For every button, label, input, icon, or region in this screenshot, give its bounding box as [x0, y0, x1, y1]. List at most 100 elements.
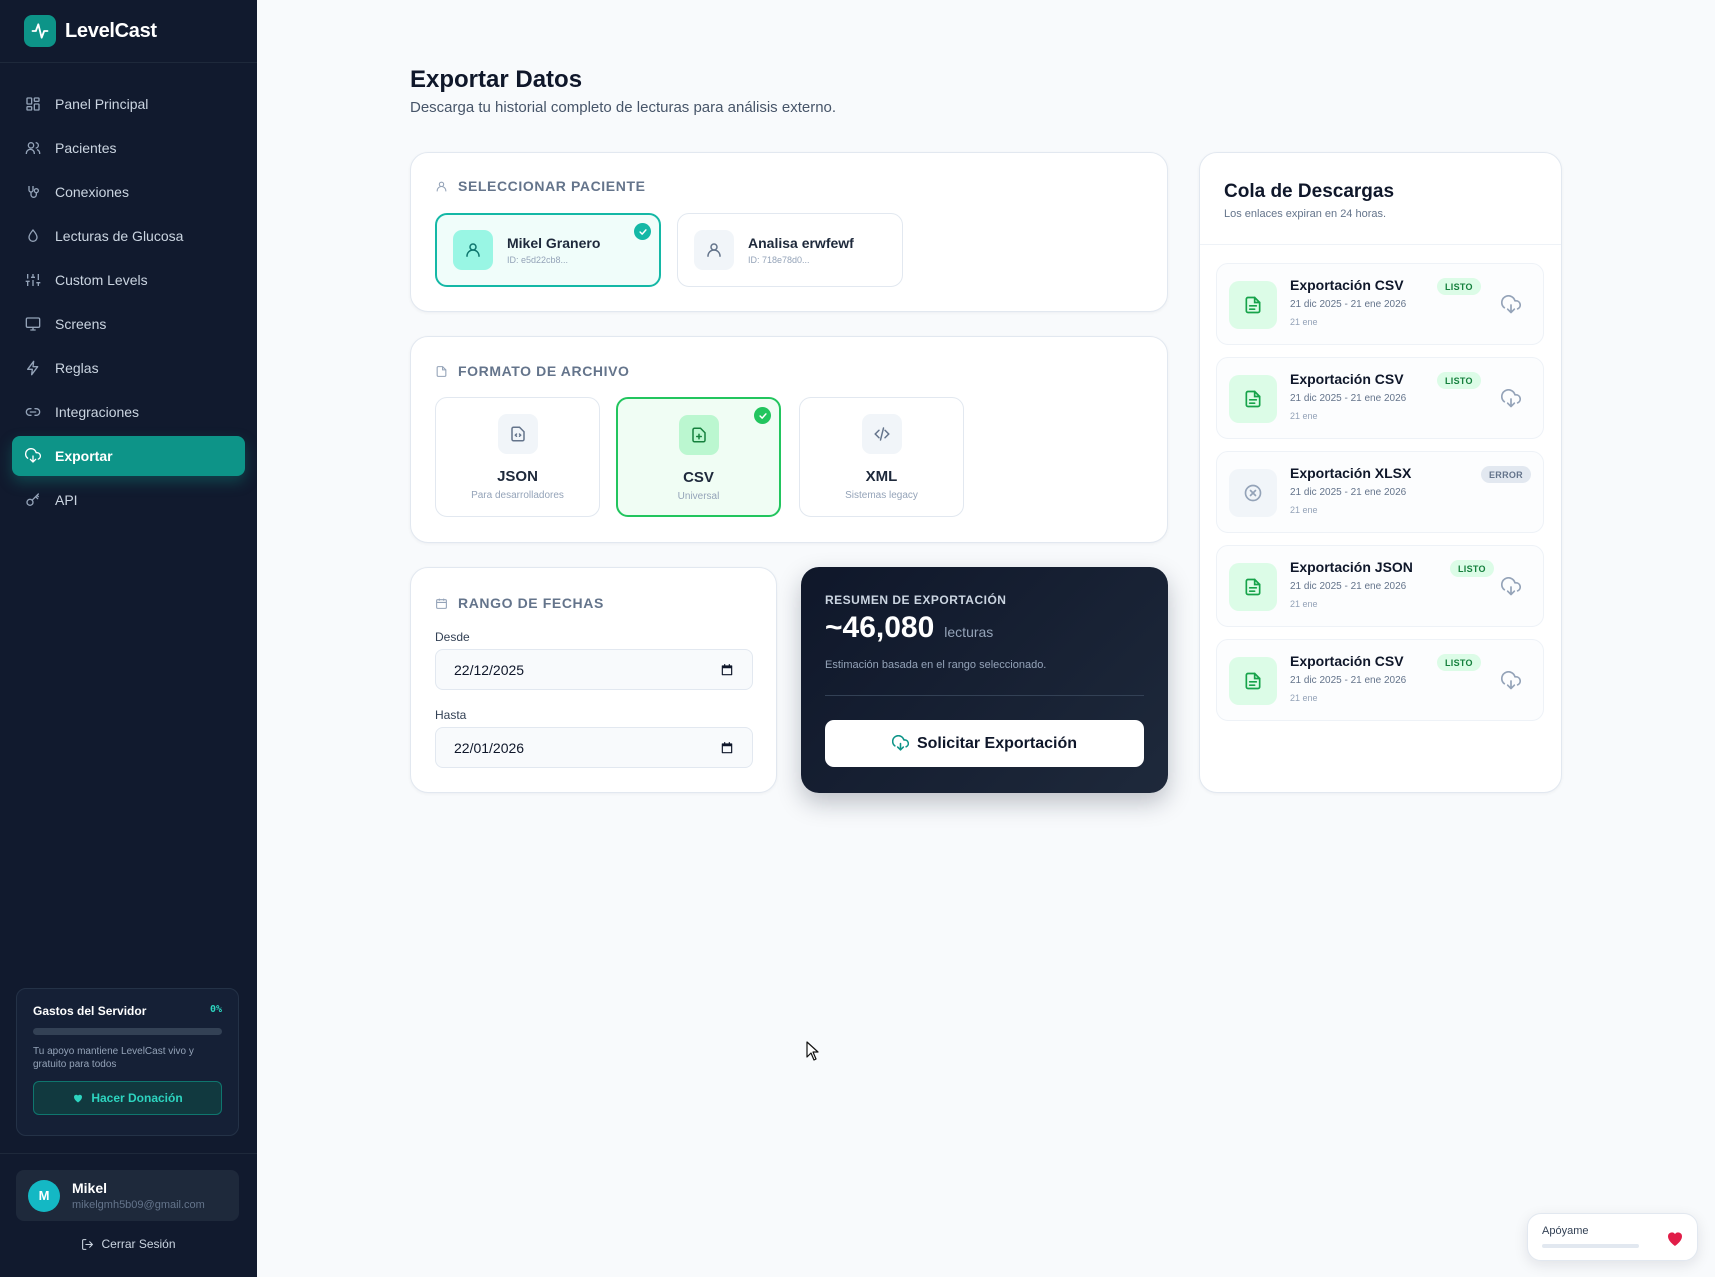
file-text-icon	[1229, 563, 1277, 611]
format-desc: Para desarrolladores	[471, 490, 564, 501]
sidebar-item-custom-levels[interactable]: Custom Levels	[12, 260, 245, 300]
file-text-icon	[1229, 281, 1277, 329]
link-icon	[25, 408, 41, 416]
format-option-csv[interactable]: CSV Universal	[616, 397, 781, 517]
support-progress	[1542, 1244, 1639, 1248]
check-icon	[754, 407, 771, 424]
logout-button[interactable]: Cerrar Sesión	[0, 1237, 257, 1251]
sidebar-item-label: Screens	[55, 316, 107, 332]
calendar-icon[interactable]	[720, 741, 734, 755]
monitor-icon	[25, 317, 41, 331]
user-profile[interactable]: M Mikel mikelgmh5b09@gmail.com	[16, 1170, 239, 1221]
heart-icon[interactable]	[1663, 1226, 1687, 1250]
sidebar-item-integraciones[interactable]: Integraciones	[12, 392, 245, 432]
queue-item-range: 21 dic 2025 - 21 ene 2026	[1290, 487, 1407, 498]
sidebar-item-panel-principal[interactable]: Panel Principal	[12, 84, 245, 124]
sidebar-item-screens[interactable]: Screens	[12, 304, 245, 344]
date-from-input[interactable]: 22/12/2025	[435, 649, 753, 690]
support-widget[interactable]: Apóyame	[1527, 1213, 1698, 1261]
sidebar-item-label: Integraciones	[55, 404, 140, 420]
summary-unit: lecturas	[944, 624, 994, 640]
queue-item: Exportación CSV LISTO 21 dic 2025 - 21 e…	[1216, 263, 1544, 345]
sidebar-divider	[0, 1153, 257, 1154]
sidebar-nav: Panel Principal Pacientes Conexiones Lec…	[0, 84, 257, 520]
user-icon	[436, 181, 447, 191]
server-costs-text: Tu apoyo mantiene LevelCast vivo y gratu…	[33, 1046, 194, 1070]
server-costs-progress	[33, 1028, 222, 1035]
patient-select-card: SELECCIONAR PACIENTE Mikel Granero ID: e…	[410, 152, 1168, 312]
status-badge: LISTO	[1437, 372, 1481, 389]
queue-item-title: Exportación CSV	[1290, 371, 1404, 387]
sidebar-item-label: API	[55, 492, 78, 508]
format-option-json[interactable]: JSON Para desarrolladores	[435, 397, 600, 517]
queue-item: Exportación JSON LISTO 21 dic 2025 - 21 …	[1216, 545, 1544, 627]
server-costs-percent: 0%	[209, 1004, 222, 1015]
queue-item: Exportación CSV LISTO 21 dic 2025 - 21 e…	[1216, 357, 1544, 439]
download-icon[interactable]	[1501, 389, 1521, 409]
sidebar-item-label: Exportar	[55, 448, 113, 464]
server-costs-box: Gastos del Servidor 0% Tu apoyo mantiene…	[16, 988, 239, 1136]
export-summary-card: RESUMEN DE EXPORTACIÓN ~46,080 lecturas …	[801, 567, 1168, 793]
sidebar-item-label: Pacientes	[55, 140, 117, 156]
sidebar-item-label: Panel Principal	[55, 96, 149, 112]
code-icon	[861, 414, 902, 454]
download-icon[interactable]	[1501, 295, 1521, 315]
date-section-label-text: RANGO DE FECHAS	[458, 595, 604, 611]
date-to-input[interactable]: 22/01/2026	[435, 727, 753, 768]
date-to-label: Hasta	[435, 708, 467, 722]
sidebar-item-label: Conexiones	[55, 184, 129, 200]
sidebar-item-api[interactable]: API	[12, 480, 245, 520]
format-name: CSV	[683, 469, 714, 486]
status-badge: LISTO	[1437, 654, 1481, 671]
queue-item-range: 21 dic 2025 - 21 ene 2026	[1290, 393, 1407, 404]
date-to-value: 22/01/2026	[454, 739, 525, 756]
calendar-icon[interactable]	[720, 663, 734, 677]
date-range-card: RANGO DE FECHAS Desde 22/12/2025 Hasta 2…	[410, 567, 777, 793]
format-option-xml[interactable]: XML Sistemas legacy	[799, 397, 964, 517]
cloud-download-icon	[891, 735, 909, 751]
format-section-label: FORMATO DE ARCHIVO	[435, 363, 630, 379]
patient-option-analisa[interactable]: Analisa erwfewf ID: 718e78d0...	[677, 213, 903, 287]
format-name: JSON	[497, 468, 538, 485]
queue-title: Cola de Descargas	[1224, 181, 1395, 202]
file-icon	[436, 365, 447, 377]
queue-item-date: 21 ene	[1290, 411, 1318, 421]
summary-divider	[825, 695, 1144, 696]
patient-section-label: SELECCIONAR PACIENTE	[435, 178, 646, 194]
user-icon	[694, 230, 734, 270]
sidebar-item-lecturas-glucosa[interactable]: Lecturas de Glucosa	[12, 216, 245, 256]
request-export-button[interactable]: Solicitar Exportación	[825, 720, 1144, 767]
queue-item-range: 21 dic 2025 - 21 ene 2026	[1290, 675, 1407, 686]
queue-item-date: 21 ene	[1290, 505, 1318, 515]
calendar-icon	[436, 598, 447, 609]
file-text-icon	[1229, 657, 1277, 705]
connections-icon	[28, 186, 39, 198]
queue-item-range: 21 dic 2025 - 21 ene 2026	[1290, 299, 1407, 310]
brand[interactable]: LevelCast	[0, 0, 257, 63]
request-export-label: Solicitar Exportación	[916, 734, 1078, 752]
queue-divider	[1200, 244, 1561, 245]
file-text-icon	[1229, 375, 1277, 423]
download-icon[interactable]	[1501, 671, 1521, 691]
donate-button[interactable]: Hacer Donación	[33, 1081, 222, 1115]
summary-note: Estimación basada en el rango selecciona…	[825, 659, 1047, 671]
server-costs-title: Gastos del Servidor	[33, 1004, 147, 1018]
queue-subtitle: Los enlaces expiran en 24 horas.	[1224, 208, 1387, 220]
queue-item-title: Exportación CSV	[1290, 653, 1404, 669]
sidebar-item-reglas[interactable]: Reglas	[12, 348, 245, 388]
avatar: M	[28, 1179, 60, 1212]
dashboard-icon	[26, 97, 40, 111]
sidebar-item-pacientes[interactable]: Pacientes	[12, 128, 245, 168]
download-icon[interactable]	[1501, 577, 1521, 597]
sliders-icon	[25, 274, 41, 286]
date-section-label: RANGO DE FECHAS	[435, 595, 604, 611]
patient-option-mikel[interactable]: Mikel Granero ID: e5d22cb8...	[435, 213, 661, 287]
droplet-icon	[28, 228, 38, 242]
sidebar-item-conexiones[interactable]: Conexiones	[12, 172, 245, 212]
sidebar-item-exportar[interactable]: Exportar	[12, 436, 245, 476]
format-desc: Universal	[677, 491, 720, 502]
status-badge: LISTO	[1450, 560, 1494, 577]
queue-item-title: Exportación XLSX	[1290, 465, 1412, 481]
date-from-label: Desde	[435, 630, 470, 644]
format-section-label-text: FORMATO DE ARCHIVO	[458, 363, 630, 379]
